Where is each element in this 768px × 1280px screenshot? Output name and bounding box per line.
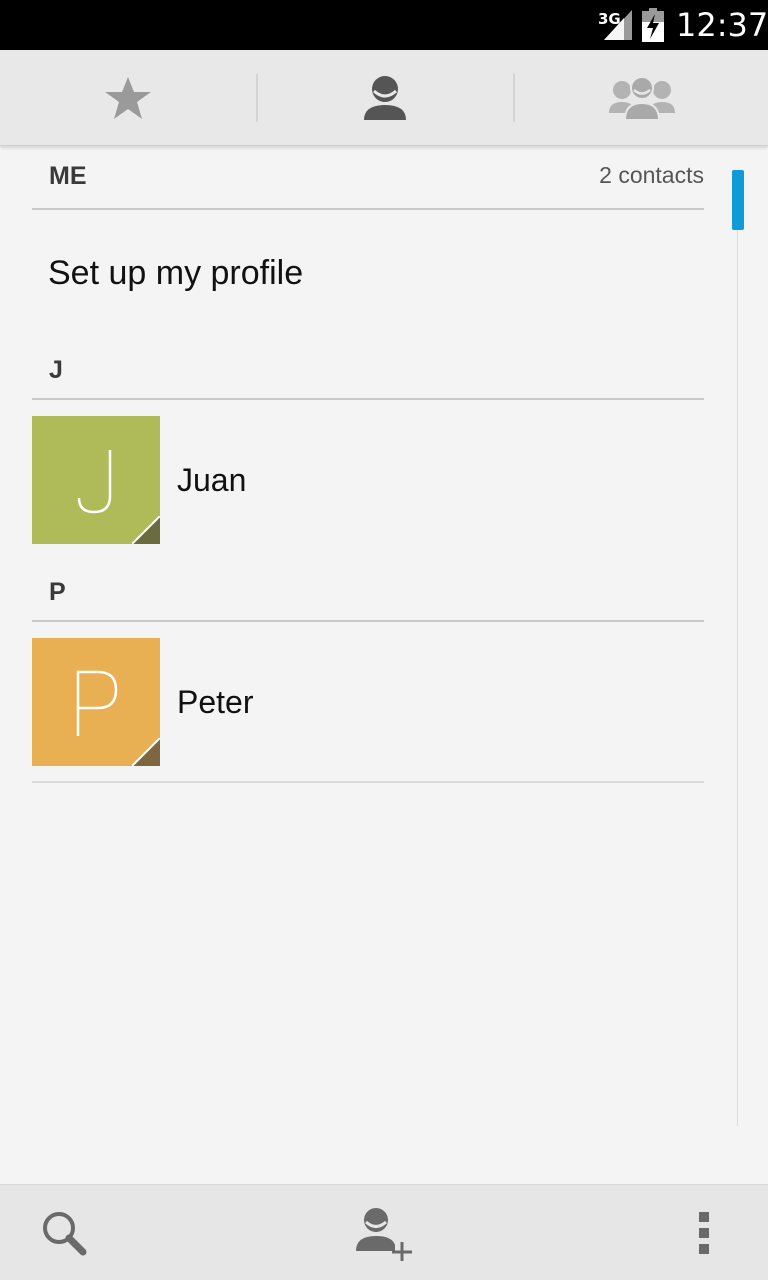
quick-contact-badge-icon <box>132 516 160 544</box>
contact-row-peter[interactable]: Peter <box>32 638 704 766</box>
setup-profile-item[interactable]: Set up my profile <box>48 254 303 293</box>
avatar[interactable] <box>32 638 160 766</box>
more-vert-icon <box>699 1212 709 1254</box>
section-header-j: J <box>32 344 704 400</box>
scrollbar-track[interactable] <box>737 170 738 1126</box>
me-section-header: ME 2 contacts <box>32 150 704 210</box>
quick-contact-badge-icon <box>132 738 160 766</box>
tab-bar <box>0 50 768 146</box>
battery-charging-icon <box>642 8 664 42</box>
contact-count: 2 contacts <box>599 162 704 188</box>
star-icon <box>105 77 151 119</box>
bottom-action-bar <box>0 1184 768 1280</box>
tab-groups[interactable] <box>514 50 768 146</box>
person-icon <box>364 76 406 120</box>
group-icon <box>609 76 675 121</box>
status-bar: 3G 12:37 <box>0 0 768 50</box>
signal-icon <box>604 10 632 40</box>
section-letter: J <box>49 356 63 384</box>
tab-favorites[interactable] <box>0 50 256 146</box>
section-letter: P <box>49 578 66 606</box>
contact-row-juan[interactable]: Juan <box>32 416 704 544</box>
add-contact-icon <box>356 1208 412 1261</box>
scrollbar-thumb[interactable] <box>732 170 744 230</box>
contact-name: Peter <box>177 684 254 720</box>
add-contact-button[interactable] <box>336 1185 432 1280</box>
search-icon <box>43 1212 87 1256</box>
section-header-p: P <box>32 566 704 622</box>
search-button[interactable] <box>16 1185 112 1280</box>
overflow-menu-button[interactable] <box>656 1185 752 1280</box>
contact-name: Juan <box>177 462 247 498</box>
avatar[interactable] <box>32 416 160 544</box>
list-end-divider <box>32 781 704 783</box>
status-clock: 12:37 <box>676 6 768 44</box>
tab-contacts[interactable] <box>257 50 513 146</box>
me-header-label: ME <box>49 162 87 190</box>
